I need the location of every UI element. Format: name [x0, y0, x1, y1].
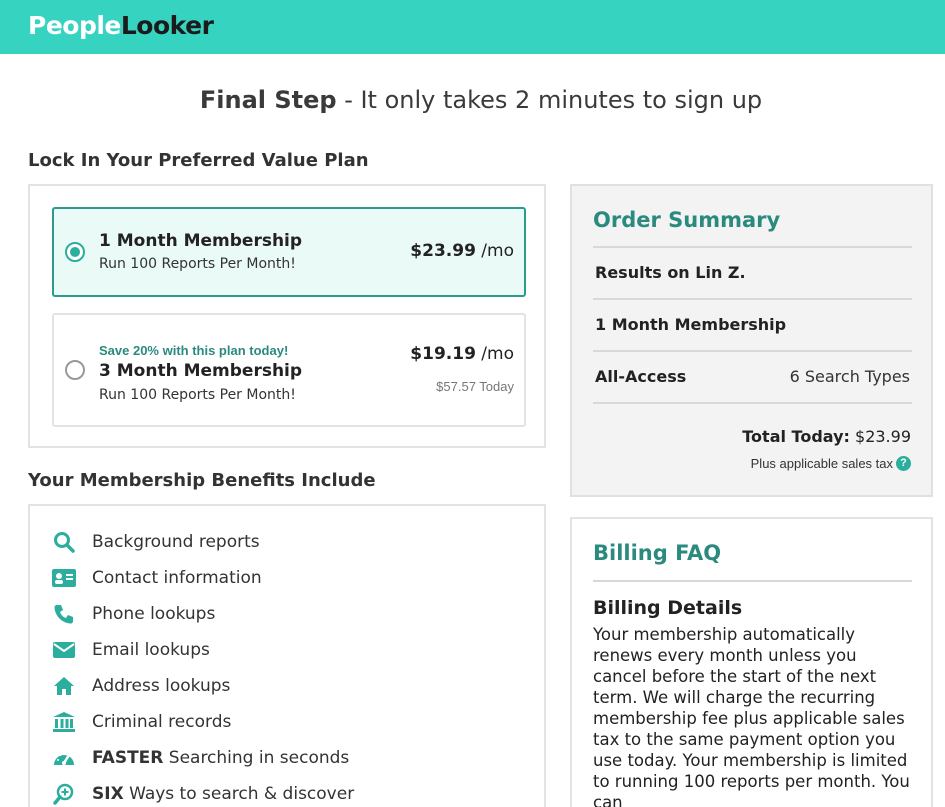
divider [593, 246, 912, 248]
plans-section-title: Lock In Your Preferred Value Plan [28, 150, 369, 171]
tax-note: Plus applicable sales tax? [751, 456, 911, 471]
total-label: Total Today: [742, 427, 850, 446]
benefit-item: Phone lookups [52, 600, 215, 628]
benefit-text-rest: Searching in seconds [163, 748, 350, 768]
plan-name: 1 Month Membership [99, 231, 303, 251]
plan-subtitle: Run 100 Reports Per Month! [99, 387, 296, 403]
benefit-text: Criminal records [92, 712, 232, 732]
divider [593, 350, 912, 352]
benefit-text: FASTER Searching in seconds [92, 748, 349, 768]
summary-access-label: All-Access [595, 367, 687, 386]
divider [593, 298, 912, 300]
divider [593, 402, 912, 404]
summary-results-row: Results on Lin Z. [595, 263, 910, 282]
benefits-panel: Background reports Contact information P… [28, 504, 546, 807]
tax-note-text: Plus applicable sales tax [750, 456, 893, 471]
summary-access-value: 6 Search Types [789, 367, 910, 386]
benefit-item: FASTER Searching in seconds [52, 744, 349, 772]
id-card-icon [52, 566, 76, 590]
brand-logo-part1: People [28, 11, 121, 40]
order-summary-title: Order Summary [593, 208, 781, 232]
billing-details-text: Your membership automatically renews eve… [593, 625, 910, 807]
billing-faq-panel: Billing FAQ Billing Details Your members… [570, 517, 933, 807]
benefit-item: Address lookups [52, 672, 230, 700]
plan-subtitle: Run 100 Reports Per Month! [99, 256, 296, 272]
benefit-text: Address lookups [92, 676, 231, 696]
search-plus-icon [52, 782, 76, 806]
summary-results-label: Results on Lin Z. [595, 263, 746, 282]
speedometer-icon [52, 746, 76, 770]
plan-total-today: $57.57 Today [436, 379, 514, 394]
plan-price: $19.19 /mo [410, 344, 514, 364]
benefit-text: Email lookups [92, 640, 210, 660]
benefit-item: Email lookups [52, 636, 210, 664]
total-today: Total Today: $23.99 [742, 427, 911, 446]
brand-logo-part2: Looker [120, 11, 214, 40]
divider [593, 580, 912, 582]
billing-details-heading: Billing Details [593, 597, 743, 619]
benefit-item: Background reports [52, 528, 260, 556]
benefit-item: SIX Ways to search & discover [52, 780, 354, 807]
plan-price-period: /mo [475, 344, 514, 364]
phone-icon [52, 602, 76, 626]
envelope-icon [52, 638, 76, 662]
benefit-text: Background reports [92, 532, 260, 552]
plan-price: $23.99 /mo [410, 241, 514, 261]
benefits-section-title: Your Membership Benefits Include [28, 470, 376, 491]
benefit-text-bold: FASTER [92, 748, 164, 768]
page-headline: Final Step - It only takes 2 minutes to … [0, 86, 945, 114]
benefit-text-bold: SIX [92, 784, 124, 804]
plan-price-amount: $23.99 [410, 241, 476, 261]
plan-option-3-month[interactable]: Save 20% with this plan today! 3 Month M… [52, 313, 526, 427]
plan-option-1-month[interactable]: 1 Month Membership Run 100 Reports Per M… [52, 207, 526, 297]
plan-price-period: /mo [475, 241, 514, 261]
summary-plan-label: 1 Month Membership [595, 315, 787, 334]
home-icon [52, 674, 76, 698]
benefit-item: Criminal records [52, 708, 231, 736]
summary-plan-row: 1 Month Membership [595, 315, 910, 334]
brand-logo[interactable]: PeopleLooker [28, 11, 214, 40]
plan-savings-badge: Save 20% with this plan today! [99, 343, 289, 358]
total-value: $23.99 [849, 427, 911, 446]
help-icon[interactable]: ? [896, 456, 911, 471]
order-summary-panel: Order Summary Results on Lin Z. 1 Month … [570, 184, 933, 497]
headline-bold: Final Step [199, 86, 337, 114]
benefit-text: Contact information [92, 568, 262, 588]
plan-name: 3 Month Membership [99, 361, 303, 381]
radio-unselected-icon[interactable] [65, 360, 85, 380]
benefit-text-rest: Ways to search & discover [123, 784, 355, 804]
top-bar: PeopleLooker [0, 0, 945, 54]
benefit-text: SIX Ways to search & discover [92, 784, 354, 804]
plan-price-amount: $19.19 [410, 344, 476, 364]
plans-panel: 1 Month Membership Run 100 Reports Per M… [28, 184, 546, 448]
search-icon [52, 530, 76, 554]
courthouse-icon [52, 710, 76, 734]
benefit-item: Contact information [52, 564, 262, 592]
billing-faq-title: Billing FAQ [593, 541, 722, 565]
benefit-text: Phone lookups [92, 604, 216, 624]
radio-selected-icon[interactable] [65, 242, 85, 262]
headline-rest: - It only takes 2 minutes to sign up [336, 86, 763, 114]
summary-access-row: All-Access 6 Search Types [595, 367, 910, 386]
